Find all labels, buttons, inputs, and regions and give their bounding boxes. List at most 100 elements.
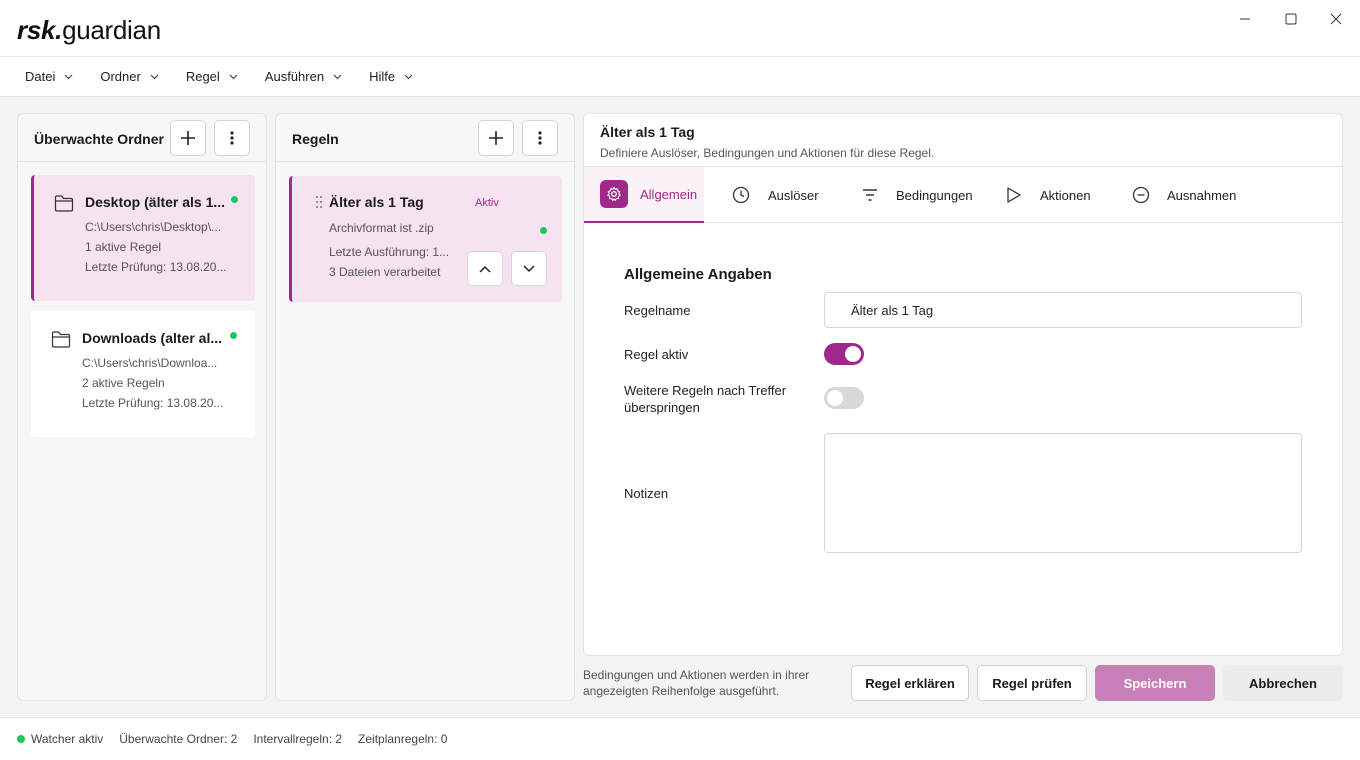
menu-datei[interactable]: Datei xyxy=(25,69,73,84)
chevron-down-icon xyxy=(404,74,413,79)
menu-ausfuehren[interactable]: Ausführen xyxy=(265,69,342,84)
check-rule-button[interactable]: Regel prüfen xyxy=(977,665,1087,701)
tab-ausloeser[interactable]: Auslöser xyxy=(732,167,819,223)
minimize-icon xyxy=(1240,18,1250,20)
folder-rule-count: 2 aktive Regeln xyxy=(82,376,165,390)
folder-rule-count: 1 aktive Regel xyxy=(85,240,162,254)
detail-title: Älter als 1 Tag xyxy=(600,124,695,140)
save-button[interactable]: Speichern xyxy=(1095,665,1215,701)
status-bar: Watcher aktiv Überwachte Ordner: 2 Inter… xyxy=(0,717,1360,760)
rules-panel-header: Regeln xyxy=(276,114,574,162)
watcher-status: Watcher aktiv xyxy=(31,732,104,746)
status-dot xyxy=(540,227,547,234)
tab-bedingungen[interactable]: Bedingungen xyxy=(861,167,973,223)
folders-more-button[interactable] xyxy=(214,120,250,156)
folder-name: Desktop (älter als 1... xyxy=(85,194,226,210)
plus-icon xyxy=(489,131,503,145)
folder-item-desktop[interactable]: Desktop (älter als 1... C:\Users\chris\D… xyxy=(31,175,255,301)
tab-label: Bedingungen xyxy=(896,187,973,203)
add-rule-button[interactable] xyxy=(478,120,514,156)
move-up-button[interactable] xyxy=(467,251,503,286)
move-down-button[interactable] xyxy=(511,251,547,286)
notes-textarea[interactable] xyxy=(824,433,1302,553)
rule-name: Älter als 1 Tag xyxy=(329,194,424,210)
order-hint: Bedingungen und Aktionen werden in ihrer… xyxy=(583,667,833,699)
tab-ausnahmen[interactable]: Ausnahmen xyxy=(1132,167,1236,223)
tab-label: Aktionen xyxy=(1040,187,1091,203)
order-hint-line-1: Bedingungen und Aktionen werden in ihrer xyxy=(583,668,810,682)
menu-regel[interactable]: Regel xyxy=(186,69,238,84)
maximize-icon xyxy=(1285,13,1297,25)
detail-subtitle: Definiere Auslöser, Bedingungen und Akti… xyxy=(600,146,935,160)
rule-last-run: Letzte Ausführung: 1... xyxy=(329,245,450,259)
cancel-button[interactable]: Abbrechen xyxy=(1223,665,1343,701)
rule-name-input[interactable] xyxy=(824,292,1302,328)
detail-tabs: Allgemein Auslöser Bedingungen Aktionen … xyxy=(584,166,1342,223)
clock-icon xyxy=(732,186,750,204)
drag-handle-icon xyxy=(316,196,322,208)
toggle-knob xyxy=(845,346,861,362)
maximize-button[interactable] xyxy=(1268,6,1314,32)
skip-rules-toggle[interactable] xyxy=(824,387,864,409)
workspace: Überwachte Ordner Desktop (älter als 1..… xyxy=(0,97,1360,717)
interval-rules-count: Intervallregeln: 2 xyxy=(253,732,343,746)
folder-name: Downloads (alter al... xyxy=(82,330,223,346)
folder-icon xyxy=(54,195,74,212)
app-logo: rsk.guardian xyxy=(17,15,161,45)
tab-aktionen[interactable]: Aktionen xyxy=(1006,167,1091,223)
toggle-knob xyxy=(827,390,843,406)
rule-name-label: Regelname xyxy=(624,303,691,318)
folder-last-check: Letzte Prüfung: 13.08.20... xyxy=(82,396,224,410)
rules-panel: Regeln Älter als 1 Tag Aktiv Archivforma… xyxy=(275,113,575,701)
chevron-up-icon xyxy=(479,265,491,273)
explain-rule-button[interactable]: Regel erklären xyxy=(851,665,969,701)
minimize-button[interactable] xyxy=(1222,6,1268,32)
more-vertical-icon xyxy=(230,131,234,145)
rule-detail-panel: Älter als 1 Tag Definiere Auslöser, Bedi… xyxy=(583,113,1343,656)
skip-rules-label-line-1: Weitere Regeln nach Treffer xyxy=(624,383,787,398)
plus-icon xyxy=(181,131,195,145)
order-hint-line-2: angezeigten Reihenfolge ausgeführt. xyxy=(583,684,780,698)
add-folder-button[interactable] xyxy=(170,120,206,156)
rule-active-label: Regel aktiv xyxy=(624,347,689,362)
title-bar: rsk.guardian xyxy=(0,0,1360,57)
tab-allgemein[interactable]: Allgemein xyxy=(584,167,704,223)
folder-path: C:\Users\chris\Desktop\... xyxy=(85,220,222,234)
folder-icon xyxy=(51,331,71,348)
folders-panel: Überwachte Ordner Desktop (älter als 1..… xyxy=(17,113,267,701)
skip-rules-label-line-2: überspringen xyxy=(624,400,700,415)
chevron-down-icon xyxy=(523,264,535,272)
chevron-down-icon xyxy=(333,74,342,79)
chevron-down-icon xyxy=(64,74,73,79)
filter-icon xyxy=(863,189,877,201)
rule-item[interactable]: Älter als 1 Tag Aktiv Archivformat ist .… xyxy=(289,176,562,302)
menu-ordner[interactable]: Ordner xyxy=(100,69,159,84)
rules-panel-title: Regeln xyxy=(292,131,339,147)
status-dot xyxy=(231,196,238,203)
folders-panel-title: Überwachte Ordner xyxy=(34,131,164,147)
notes-label: Notizen xyxy=(624,486,669,501)
minus-circle-icon xyxy=(1132,186,1150,204)
folder-path: C:\Users\chris\Downloa... xyxy=(82,356,218,370)
close-icon xyxy=(1330,13,1342,25)
folder-item-downloads[interactable]: Downloads (alter al... C:\Users\chris\Do… xyxy=(31,311,255,437)
watcher-status-dot xyxy=(17,735,25,743)
tab-label: Allgemein xyxy=(640,186,698,202)
chevron-down-icon xyxy=(150,74,159,79)
more-vertical-icon xyxy=(538,131,542,145)
chevron-down-icon xyxy=(229,74,238,79)
folders-panel-header: Überwachte Ordner xyxy=(18,114,266,162)
gear-icon xyxy=(600,180,628,208)
tab-label: Auslöser xyxy=(768,187,819,203)
play-icon xyxy=(1007,187,1021,203)
menu-bar: Datei Ordner Regel Ausführen Hilfe xyxy=(0,57,1360,97)
menu-hilfe[interactable]: Hilfe xyxy=(369,69,413,84)
rule-condition: Archivformat ist .zip xyxy=(329,221,434,235)
status-dot xyxy=(230,332,237,339)
rule-active-toggle[interactable] xyxy=(824,343,864,365)
rules-more-button[interactable] xyxy=(522,120,558,156)
folder-last-check: Letzte Prüfung: 13.08.20... xyxy=(85,260,227,274)
rule-status-badge: Aktiv xyxy=(475,197,499,209)
close-button[interactable] xyxy=(1313,6,1359,32)
tab-label: Ausnahmen xyxy=(1167,187,1237,203)
